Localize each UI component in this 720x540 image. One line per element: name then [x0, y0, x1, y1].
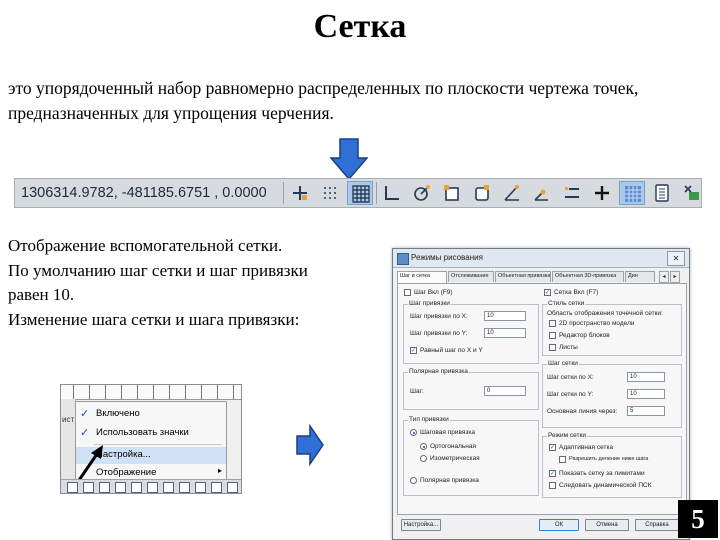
polar-snap-radio[interactable]	[410, 477, 417, 484]
options-button[interactable]: Настройка...	[401, 519, 441, 531]
dynamic-ucs-icon[interactable]	[529, 181, 555, 205]
check-icon: ✓	[80, 408, 90, 420]
object-snap-tracking-icon[interactable]	[499, 181, 525, 205]
isometric-snap-radio[interactable]	[420, 455, 427, 462]
equal-xy-checkbox[interactable]: ✓	[410, 347, 417, 354]
grid-snap-radio[interactable]	[410, 429, 417, 436]
tab-object-snap[interactable]: Объектная привязка	[495, 271, 551, 282]
body-line: Отображение вспомогательной сетки.	[8, 236, 283, 255]
annotation-monitor-icon[interactable]	[679, 181, 705, 205]
snap-y-input[interactable]: 10	[484, 328, 526, 338]
dialog-titlebar: Режимы рисования ✕	[393, 249, 689, 268]
snap-spacing-group: Шаг привязки Шаг привязки по X: 10 Шаг п…	[403, 300, 539, 364]
autocad-status-bar: 1306314.9782, -481185.6751 , 0.0000	[14, 178, 702, 208]
snap-grid-panel: Шаг Вкл (F9) Шаг привязки Шаг привязки п…	[397, 283, 687, 515]
beyond-limits-checkbox[interactable]: ✓	[549, 470, 556, 477]
major-line-input[interactable]: 5	[627, 406, 665, 416]
grid-display-icon[interactable]	[347, 181, 373, 205]
body-line: Изменение шага сетки и шага привязки:	[8, 309, 300, 329]
tab-3d-object-snap[interactable]: Объектная 3D-привязка	[552, 271, 624, 282]
grid-spacing-group: Шаг сетки Шаг сетки по X: 10 Шаг сетки п…	[542, 360, 682, 428]
app-icon	[397, 253, 409, 265]
arrow-down-icon	[330, 138, 368, 180]
follow-ucs-checkbox[interactable]	[549, 482, 556, 489]
body-line: По умолчанию шаг сетки и шаг привязки	[8, 260, 308, 280]
coordinates-readout: 1306314.9782, -481185.6751 , 0.0000	[21, 185, 267, 201]
grid-dots-icon[interactable]	[317, 181, 343, 205]
transparency-icon[interactable]	[619, 181, 645, 205]
grid-behavior-group: Режим сетки ✓ Адаптивная сетка Разрешить…	[542, 432, 682, 498]
snap-type-group: Тип привязки Шаговая привязка Ортогональ…	[403, 416, 539, 496]
status-separator	[283, 182, 284, 204]
arrow-right-icon	[296, 424, 324, 466]
dynamic-input-icon[interactable]	[559, 181, 585, 205]
style-block-checkbox[interactable]	[549, 332, 556, 339]
body-line: равен 10.	[8, 285, 75, 304]
check-icon: ✓	[80, 427, 90, 439]
lineweight-icon[interactable]	[589, 181, 615, 205]
tab-snap-grid[interactable]: Шаг и сетка	[397, 271, 447, 283]
polar-distance-input[interactable]: 0	[484, 386, 526, 396]
style-model-checkbox[interactable]	[549, 320, 556, 327]
slide-intro: это упорядоченный набор равномерно распр…	[8, 78, 639, 123]
page-number: 5	[678, 500, 718, 538]
dialog-tabs: Шаг и сетка Отслеживание Объектная привя…	[397, 271, 685, 283]
body-text: Отображение вспомогательной сетки. По ум…	[8, 234, 388, 332]
snap-mode-icon[interactable]	[287, 181, 313, 205]
grid-on-checkbox[interactable]: ✓	[544, 289, 551, 296]
style-sheet-checkbox[interactable]	[549, 344, 556, 351]
tab-dynamic-input[interactable]: Дин	[625, 271, 655, 282]
grid-style-group: Стиль сетки Область отображения точечной…	[542, 300, 682, 356]
subdivide-checkbox[interactable]	[559, 456, 566, 463]
mini-status-bar	[61, 479, 241, 493]
snap-x-input[interactable]: 10	[484, 311, 526, 321]
ortho-icon[interactable]	[379, 181, 405, 205]
cancel-button[interactable]: Отмена	[585, 519, 629, 531]
ok-button[interactable]: ОК	[539, 519, 579, 531]
tab-tracking[interactable]: Отслеживание	[448, 271, 494, 282]
ruler	[61, 385, 241, 400]
close-button[interactable]: ✕	[667, 251, 685, 266]
drafting-settings-dialog: Режимы рисования ✕ Шаг и сетка Отслежива…	[392, 248, 690, 540]
menu-item-enabled[interactable]: ✓ Включено	[76, 406, 226, 423]
tab-scroll-right-icon[interactable]: ▸	[670, 271, 680, 283]
help-button[interactable]: Справка	[635, 519, 679, 531]
3d-snap-icon[interactable]	[469, 181, 495, 205]
status-separator	[376, 182, 377, 204]
dialog-title: Режимы рисования	[411, 253, 483, 262]
grid-x-input[interactable]: 10	[627, 372, 665, 382]
grid-context-menu-screenshot: ист ✓ Включено ✓ Использовать значки Нас…	[60, 384, 242, 494]
slide-title: Сетка	[313, 8, 407, 45]
object-snap-icon[interactable]	[439, 181, 465, 205]
submenu-arrow-icon: ▸	[217, 466, 222, 475]
polar-spacing-group: Полярная привязка Шаг: 0	[403, 368, 539, 410]
snap-on-checkbox[interactable]	[404, 289, 411, 296]
tab-scroll-left-icon[interactable]: ◂	[659, 271, 669, 283]
selection-cycling-icon[interactable]	[649, 181, 675, 205]
grid-y-input[interactable]: 10	[627, 389, 665, 399]
adaptive-grid-checkbox[interactable]: ✓	[549, 444, 556, 451]
rectangular-snap-radio[interactable]	[420, 443, 427, 450]
menu-separator	[94, 444, 222, 445]
polar-tracking-icon[interactable]	[409, 181, 435, 205]
